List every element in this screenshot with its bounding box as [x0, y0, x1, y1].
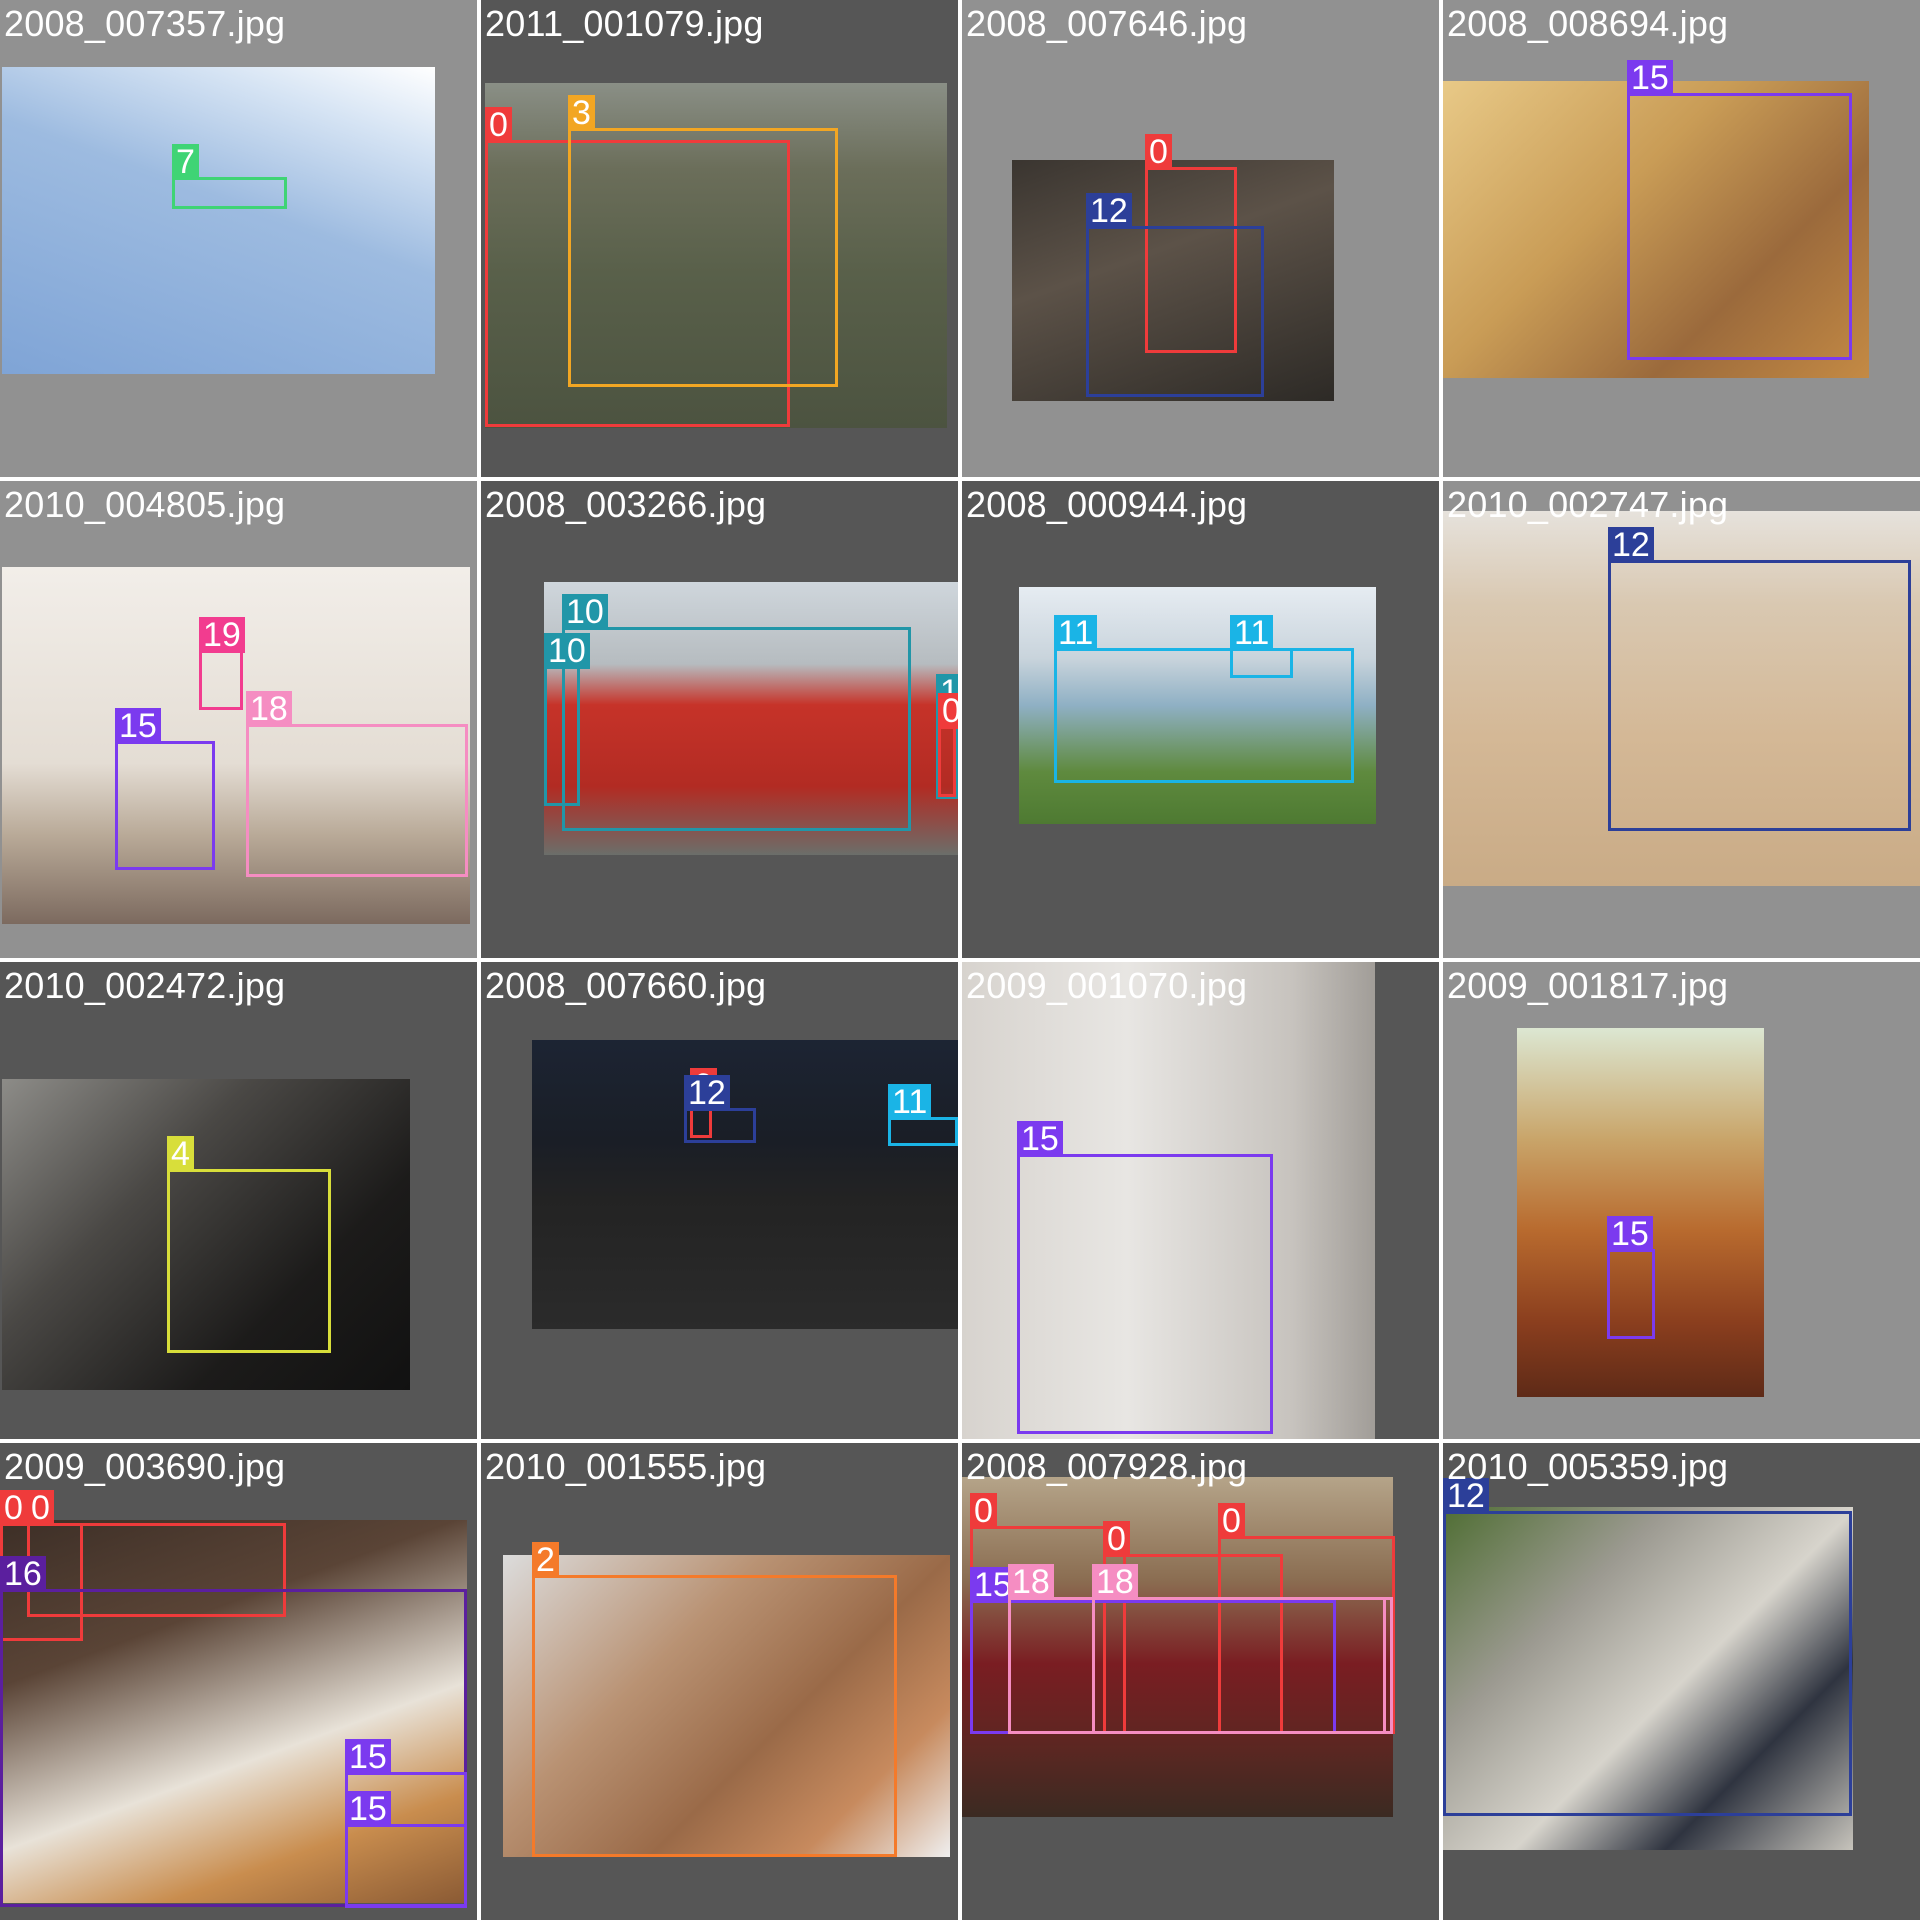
bbox-class-label: 11: [888, 1084, 932, 1120]
bounding-box: 11: [888, 1084, 958, 1146]
bbox-class-label: 15: [115, 708, 161, 744]
tile-filename: 2010_001555.jpg: [485, 1446, 767, 1487]
bbox-class-label: 2: [532, 1542, 559, 1578]
grid-tile[interactable]: 2008_007646.jpg 0 12: [962, 0, 1439, 477]
bbox-class-label: 19: [199, 617, 245, 653]
bbox-class-label: 12: [684, 1075, 730, 1111]
tile-filename: 2008_007660.jpg: [485, 965, 767, 1006]
bbox-class-label: 12: [1086, 193, 1132, 229]
bbox-class-label: 18: [1008, 1564, 1054, 1600]
bounding-box: 18: [246, 691, 468, 877]
bbox-class-label: 7: [172, 144, 199, 180]
tile-filename: 2009_003690.jpg: [4, 1446, 286, 1487]
bbox-class-label: 0: [1145, 134, 1172, 170]
grid-tile[interactable]: 2010_002747.jpg 12: [1443, 481, 1920, 958]
bbox-class-label: 15: [1607, 1216, 1653, 1252]
grid-tile[interactable]: 2008_007928.jpg 0 0 0 15 18 18: [962, 1443, 1439, 1920]
bounding-box: 12: [1608, 527, 1911, 831]
grid-tile[interactable]: 2008_008694.jpg 15: [1443, 0, 1920, 477]
bbox-class-label: 0: [938, 693, 958, 729]
image-grid: 2008_007357.jpg 7 2011_001079.jpg 0 3 20…: [0, 0, 1920, 1920]
bounding-box: 11: [1054, 615, 1354, 783]
bbox-class-label: 0: [27, 1490, 54, 1526]
bounding-box: 0: [938, 693, 958, 797]
tile-filename: 2008_007928.jpg: [966, 1446, 1248, 1487]
tile-filename: 2008_007646.jpg: [966, 3, 1248, 44]
bounding-box: 12: [1086, 193, 1264, 397]
bbox-class-label: 4: [167, 1136, 194, 1172]
bbox-class-label: 11: [1054, 615, 1098, 651]
bounding-box: 15: [1627, 60, 1852, 360]
bbox-class-label: 15: [1017, 1121, 1063, 1157]
bounding-box: 15: [345, 1791, 467, 1908]
bounding-box: 11: [1230, 615, 1293, 678]
grid-tile[interactable]: 2009_001070.jpg 15: [962, 962, 1439, 1439]
bbox-class-label: 18: [1092, 1564, 1138, 1600]
bbox-class-label: 18: [246, 691, 292, 727]
bbox-class-label: 15: [1627, 60, 1673, 96]
tile-filename: 2009_001070.jpg: [966, 965, 1248, 1006]
bounding-box: 4: [167, 1136, 331, 1353]
bounding-box: 15: [115, 708, 215, 870]
bbox-class-label: 3: [568, 95, 595, 131]
bounding-box: 3: [568, 95, 838, 387]
bounding-box: 18: [1092, 1564, 1393, 1734]
bounding-box: 10: [562, 594, 911, 831]
bbox-class-label: 0: [0, 1490, 27, 1526]
bbox-class-label: 0: [485, 107, 512, 143]
bounding-box: 2: [532, 1542, 897, 1857]
grid-tile[interactable]: 2008_003266.jpg 10 10 10 0: [481, 481, 958, 958]
bbox-class-label: 10: [544, 633, 590, 669]
bbox-class-label: 10: [562, 594, 608, 630]
tile-filename: 2010_004805.jpg: [4, 484, 286, 525]
grid-tile[interactable]: 2009_001817.jpg 15: [1443, 962, 1920, 1439]
photo-sky-jet: [2, 67, 435, 374]
bbox-class-label: 15: [345, 1739, 391, 1775]
bounding-box: 10: [544, 633, 590, 806]
bbox-class-label: 0: [970, 1493, 997, 1529]
tile-filename: 2008_003266.jpg: [485, 484, 767, 525]
bbox-class-label: 12: [1608, 527, 1654, 563]
tile-filename: 2008_008694.jpg: [1447, 3, 1729, 44]
bounding-box: 19: [199, 617, 245, 710]
bbox-class-label: 0: [1103, 1521, 1130, 1557]
bbox-class-label: 15: [345, 1791, 391, 1827]
grid-tile[interactable]: 2008_000944.jpg 11 11: [962, 481, 1439, 958]
bounding-box: 15: [1607, 1216, 1655, 1339]
grid-tile[interactable]: 2008_007357.jpg 7: [0, 0, 477, 477]
grid-tile[interactable]: 2009_003690.jpg 0 0 16 15 15: [0, 1443, 477, 1920]
grid-tile[interactable]: 2008_007660.jpg 0 12 11: [481, 962, 958, 1439]
grid-tile[interactable]: 2010_004805.jpg 19 18 15: [0, 481, 477, 958]
photo-autumn-forest: [1517, 1028, 1764, 1397]
bbox-class-label: 16: [0, 1556, 46, 1592]
grid-tile[interactable]: 2010_001555.jpg 2: [481, 1443, 958, 1920]
bounding-box: 15: [1017, 1121, 1273, 1434]
tile-filename: 2009_001817.jpg: [1447, 965, 1729, 1006]
bounding-box: 12: [1443, 1478, 1852, 1816]
grid-tile[interactable]: 2011_001079.jpg 0 3: [481, 0, 958, 477]
tile-filename: 2008_000944.jpg: [966, 484, 1248, 525]
grid-tile[interactable]: 2010_005359.jpg 12: [1443, 1443, 1920, 1920]
bbox-class-label: 11: [1230, 615, 1274, 651]
bbox-class-label: 0: [1218, 1503, 1245, 1539]
bounding-box: 12: [684, 1075, 756, 1143]
tile-filename: 2010_002747.jpg: [1447, 484, 1729, 525]
tile-filename: 2010_002472.jpg: [4, 965, 286, 1006]
tile-filename: 2008_007357.jpg: [4, 3, 286, 44]
grid-tile[interactable]: 2010_002472.jpg 4: [0, 962, 477, 1439]
tile-filename: 2011_001079.jpg: [485, 3, 764, 44]
tile-filename: 2010_005359.jpg: [1447, 1446, 1729, 1487]
bounding-box: 7: [172, 144, 287, 209]
